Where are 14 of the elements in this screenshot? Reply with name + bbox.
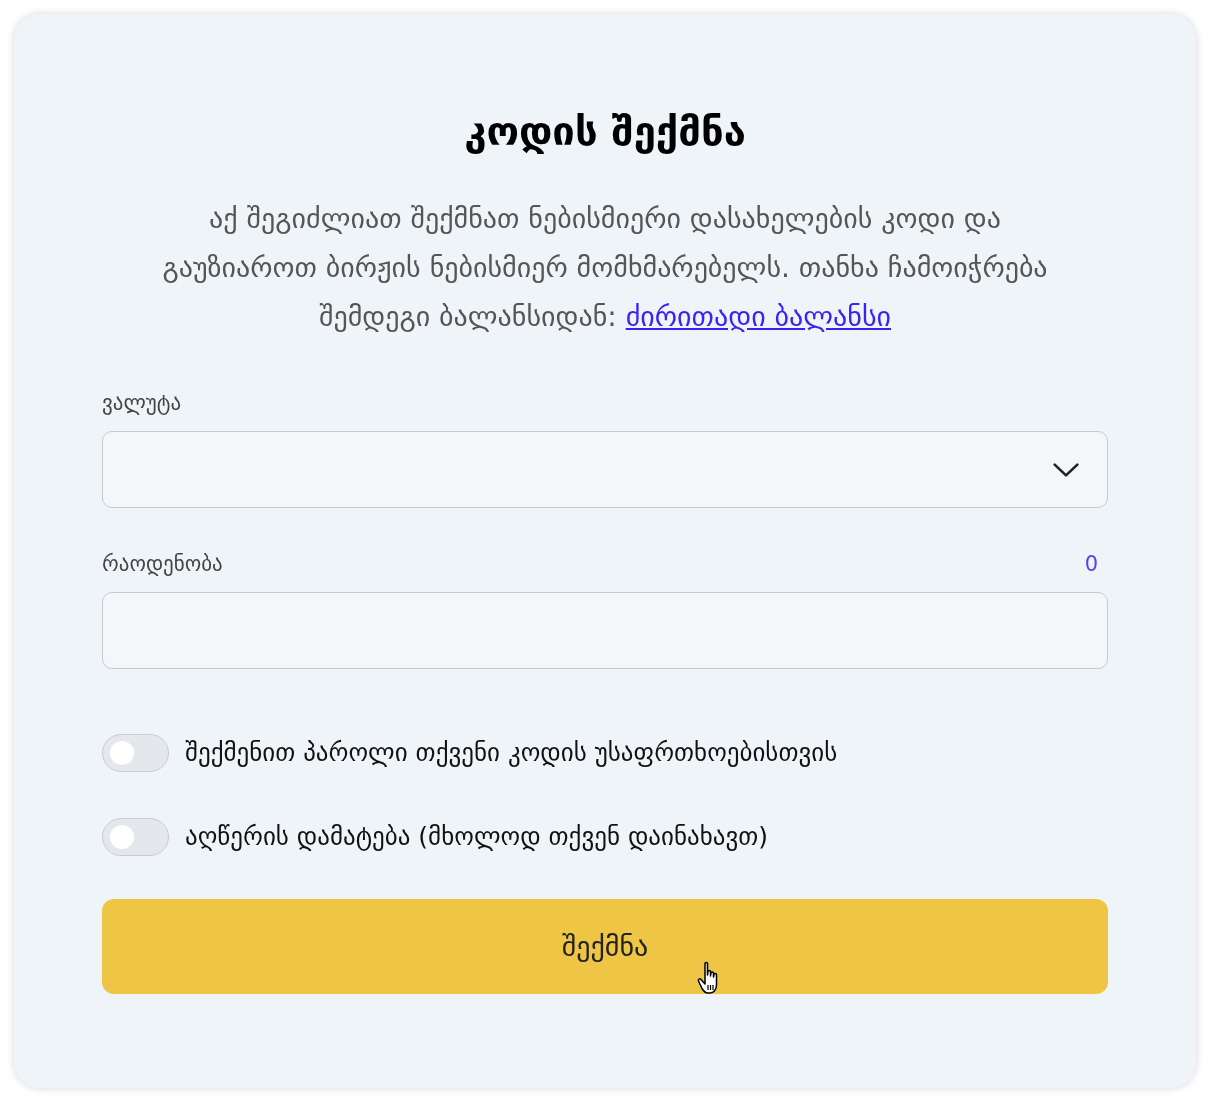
toggle-switch[interactable] [102, 818, 169, 856]
toggle-label: აღწერის დამატება (მხოლოდ თქვენ დაინახავთ) [185, 821, 769, 853]
description-text: აქ შეგიძლიათ შექმნათ ნებისმიერი დასახელების კოდი და გაუზიაროთ ბირჟის ნებისმიერ მომხმარებელს. თანხა ჩამოიჭრება შემდეგი ბალანსიდან: ძირითადი ბალანსი [161, 201, 1049, 335]
amount-counter: 0 [1084, 551, 1098, 578]
currency-select[interactable] [102, 431, 1108, 508]
page-title: კოდის შექმნა [463, 107, 747, 156]
field-label: ვალუტა [102, 390, 182, 417]
create-button[interactable]: შექმნა [102, 899, 1108, 994]
toggle-switch[interactable] [102, 734, 169, 772]
field-label: რაოდენობა [102, 551, 223, 578]
toggle-label: შექმენით პაროლი თქვენი კოდის უსაფრთხოებისთვის [185, 737, 838, 769]
amount-input[interactable] [102, 592, 1108, 669]
chevron-down-icon [1053, 462, 1079, 477]
main-balance-link[interactable]: ძირითადი ბალანსი [625, 300, 891, 333]
